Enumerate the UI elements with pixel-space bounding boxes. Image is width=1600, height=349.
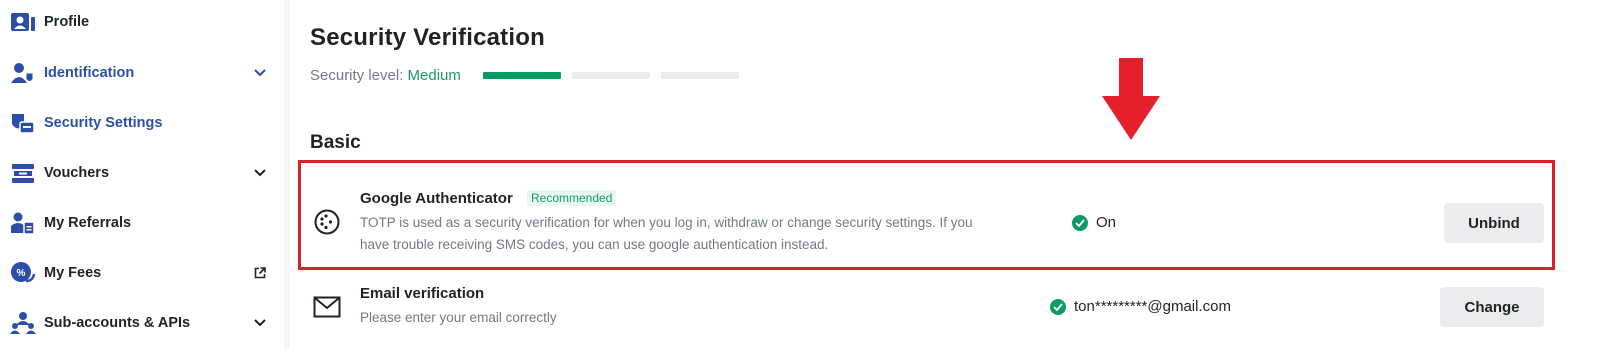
sidebar-item-label: My Referrals (44, 215, 132, 231)
security-level-bar-3 (661, 72, 739, 79)
sidebar: Profile Identification Security Settings (0, 0, 284, 349)
change-email-button[interactable]: Change (1440, 287, 1544, 327)
security-level-bar-1 (483, 72, 561, 79)
referrals-icon (10, 210, 36, 236)
sidebar-item-my-referrals[interactable]: My Referrals (0, 201, 284, 245)
sidebar-item-vouchers[interactable]: Vouchers (0, 151, 284, 195)
sidebar-item-security-settings[interactable]: Security Settings (0, 101, 284, 145)
unbind-button[interactable]: Unbind (1444, 203, 1544, 243)
check-circle-icon (1050, 298, 1066, 315)
sub-accounts-icon (10, 310, 36, 336)
sidebar-item-label: Vouchers (44, 165, 110, 181)
sidebar-item-label: Security Settings (44, 115, 163, 131)
sidebar-item-label: My Fees (44, 265, 102, 281)
chevron-down-icon[interactable] (250, 63, 270, 83)
google-authenticator-status: On (1072, 214, 1116, 231)
section-title-basic: Basic (310, 132, 361, 153)
chevron-down-icon[interactable] (250, 163, 270, 183)
fees-icon: % (10, 260, 36, 286)
sidebar-item-my-fees[interactable]: % My Fees (0, 251, 284, 295)
security-icon (10, 110, 36, 136)
email-icon (312, 292, 342, 322)
main-content: Security Verification Security level: Me… (290, 0, 1600, 349)
security-level: Security level: Medium (310, 67, 461, 84)
sidebar-item-profile[interactable]: Profile (0, 0, 284, 44)
sidebar-item-sub-accounts[interactable]: Sub-accounts & APIs (0, 301, 284, 345)
svg-text:%: % (17, 268, 26, 279)
email-verification-title: Email verification (360, 285, 485, 302)
google-authenticator-icon (312, 207, 342, 237)
sidebar-item-label: Identification (44, 65, 135, 81)
security-level-label: Security level: (310, 67, 404, 84)
external-link-icon[interactable] (250, 263, 270, 283)
profile-icon (10, 9, 36, 35)
sidebar-item-label: Profile (44, 14, 90, 30)
security-level-value: Medium (407, 67, 461, 84)
google-authenticator-description: TOTP is used as a security verification … (360, 215, 973, 252)
voucher-icon (10, 160, 36, 186)
identification-icon (10, 60, 36, 86)
sidebar-item-label: Sub-accounts & APIs (44, 315, 191, 331)
recommended-badge: Recommended (527, 190, 617, 206)
page-title: Security Verification (310, 24, 545, 51)
sidebar-item-identification[interactable]: Identification (0, 51, 284, 95)
security-level-bar-2 (572, 72, 650, 79)
red-arrow-annotation (1102, 58, 1160, 140)
email-verification-status: ton*********@gmail.com (1050, 298, 1231, 315)
email-verification-description: Please enter your email correctly (360, 310, 557, 325)
google-authenticator-title: Google Authenticator (360, 190, 513, 207)
status-text: On (1096, 214, 1117, 231)
check-circle-icon (1072, 214, 1088, 231)
masked-email: ton*********@gmail.com (1074, 298, 1231, 315)
chevron-down-icon[interactable] (250, 313, 270, 333)
